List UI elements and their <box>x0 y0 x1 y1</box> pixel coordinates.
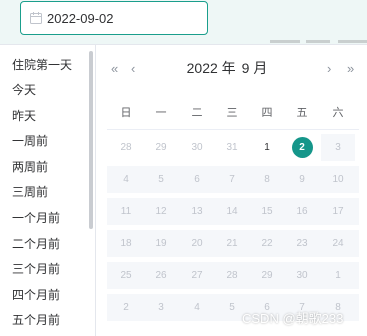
calendar-day-disabled: 6 <box>194 174 200 185</box>
calendar-day-disabled: 29 <box>261 270 273 281</box>
weekday-header: 二 <box>191 107 203 119</box>
shortcut-item[interactable]: 三周前 <box>12 184 48 200</box>
shortcut-item[interactable]: 住院第一天 <box>12 57 72 73</box>
calendar-day-disabled: 30 <box>296 270 308 281</box>
calendar-day-disabled: 10 <box>332 174 344 185</box>
shortcut-item[interactable]: 两周前 <box>12 159 48 175</box>
calendar-day-disabled: 5 <box>158 174 164 185</box>
calendar-day-disabled: 23 <box>296 238 308 249</box>
calendar-day-disabled: 21 <box>226 238 238 249</box>
next-month-button[interactable]: › <box>327 61 331 77</box>
weekday-header: 四 <box>261 107 273 119</box>
calendar-day-disabled: 8 <box>264 174 270 185</box>
selected-day-label: 2 <box>291 137 313 158</box>
calendar-day-disabled: 3 <box>158 302 164 313</box>
calendar-day-disabled: 20 <box>191 238 203 249</box>
calendar-day-disabled: 7 <box>229 174 235 185</box>
sidebar-scrollbar[interactable] <box>89 51 93 229</box>
calendar-day-disabled: 16 <box>296 206 308 217</box>
shortcut-item[interactable]: 今天 <box>12 82 36 98</box>
calendar: « ‹ 2022 年9 月 › » 日 一 二 三 四 五 六 28 29 30… <box>97 45 367 336</box>
weekday-divider <box>107 129 359 130</box>
shortcut-item[interactable]: 一个月前 <box>12 210 60 226</box>
calendar-day-disabled: 13 <box>191 206 203 217</box>
calendar-month-label[interactable]: 9 月 <box>242 60 268 76</box>
calendar-year-label[interactable]: 2022 年 <box>187 60 236 76</box>
calendar-day-disabled: 19 <box>155 238 167 249</box>
date-picker-panel: 住院第一天 今天 昨天 一周前 两周前 三周前 一个月前 二个月前 三个月前 四… <box>0 44 367 336</box>
calendar-day-disabled: 4 <box>123 174 129 185</box>
calendar-day-disabled: 11 <box>120 206 132 217</box>
calendar-day-disabled: 18 <box>120 238 132 249</box>
calendar-day-disabled: 25 <box>120 270 132 281</box>
calendar-icon <box>30 12 42 24</box>
calendar-day-disabled: 1 <box>335 270 341 281</box>
calendar-day-selected[interactable]: 2 <box>285 134 319 161</box>
date-input-value: 2022-09-02 <box>47 10 114 26</box>
calendar-day-disabled: 4 <box>194 302 200 313</box>
shortcut-item[interactable]: 四个月前 <box>12 287 60 303</box>
calendar-day-other[interactable]: 28 <box>109 134 143 161</box>
background-element <box>338 40 367 43</box>
calendar-day-disabled: 2 <box>123 302 129 313</box>
top-bar: 2022-09-02 <box>0 0 367 44</box>
shortcut-item[interactable]: 五个月前 <box>12 312 60 328</box>
weekday-header: 一 <box>155 107 167 119</box>
calendar-day-disabled: 24 <box>332 238 344 249</box>
calendar-day-disabled: 9 <box>299 174 305 185</box>
background-element <box>306 40 330 43</box>
calendar-day-other[interactable]: 29 <box>144 134 178 161</box>
weekday-header: 日 <box>120 107 132 119</box>
calendar-header: 2022 年 9 月 <box>97 59 357 77</box>
next-year-button[interactable]: » <box>347 61 354 77</box>
weekday-header: 六 <box>332 107 344 119</box>
calendar-day-disabled: 26 <box>155 270 167 281</box>
calendar-day-disabled: 15 <box>261 206 273 217</box>
shortcut-sidebar: 住院第一天 今天 昨天 一周前 两周前 三周前 一个月前 二个月前 三个月前 四… <box>0 45 96 336</box>
calendar-day[interactable]: 1 <box>250 134 284 161</box>
calendar-day-disabled: 17 <box>332 206 344 217</box>
date-input[interactable]: 2022-09-02 <box>20 1 208 35</box>
shortcut-item[interactable]: 三个月前 <box>12 261 60 277</box>
weekday-header: 五 <box>296 107 308 119</box>
calendar-day-disabled: 27 <box>191 270 203 281</box>
calendar-day-other[interactable]: 30 <box>180 134 214 161</box>
shortcut-item[interactable]: 一周前 <box>12 133 48 149</box>
shortcut-item[interactable]: 二个月前 <box>12 236 60 252</box>
calendar-day-disabled: 14 <box>226 206 238 217</box>
background-element <box>270 40 300 43</box>
calendar-day-disabled: 28 <box>226 270 238 281</box>
calendar-day-other[interactable]: 31 <box>215 134 249 161</box>
calendar-day-disabled: 12 <box>155 206 167 217</box>
watermark: CSDN @朝歌233 <box>242 311 344 326</box>
weekday-header: 三 <box>226 107 238 119</box>
shortcut-item[interactable]: 昨天 <box>12 108 36 124</box>
calendar-day-disabled: 3 <box>321 134 355 161</box>
calendar-day-disabled: 22 <box>261 238 273 249</box>
